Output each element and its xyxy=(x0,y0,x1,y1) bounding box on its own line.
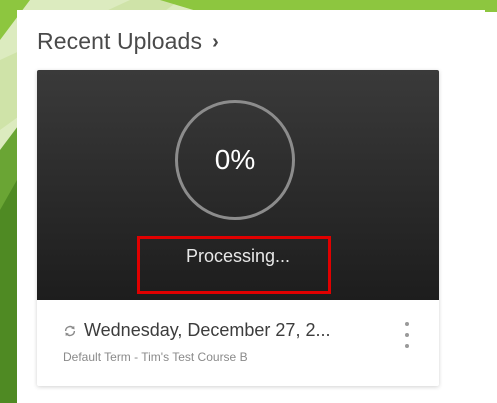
more-vertical-icon[interactable] xyxy=(401,322,413,348)
upload-subtitle: Default Term - Tim's Test Course B xyxy=(63,350,248,364)
upload-card[interactable]: 0% Processing... Wednesday, December 27,… xyxy=(37,70,439,386)
recent-uploads-panel: Recent Uploads › 0% Processing... Wednes… xyxy=(17,10,485,403)
sync-icon xyxy=(64,325,76,336)
video-thumbnail[interactable]: 0% Processing... xyxy=(37,70,439,300)
progress-percent: 0% xyxy=(214,144,256,175)
recent-uploads-title: Recent Uploads xyxy=(37,27,203,54)
upload-title: Wednesday, December 27, 2... xyxy=(84,320,331,340)
upload-info: Wednesday, December 27, 2... Default Ter… xyxy=(37,300,439,386)
annotation-highlight-box xyxy=(137,236,331,294)
upload-title-row[interactable]: Wednesday, December 27, 2... xyxy=(63,320,330,341)
recent-uploads-header[interactable]: Recent Uploads › xyxy=(37,26,219,56)
chevron-right-icon: › xyxy=(212,31,219,53)
